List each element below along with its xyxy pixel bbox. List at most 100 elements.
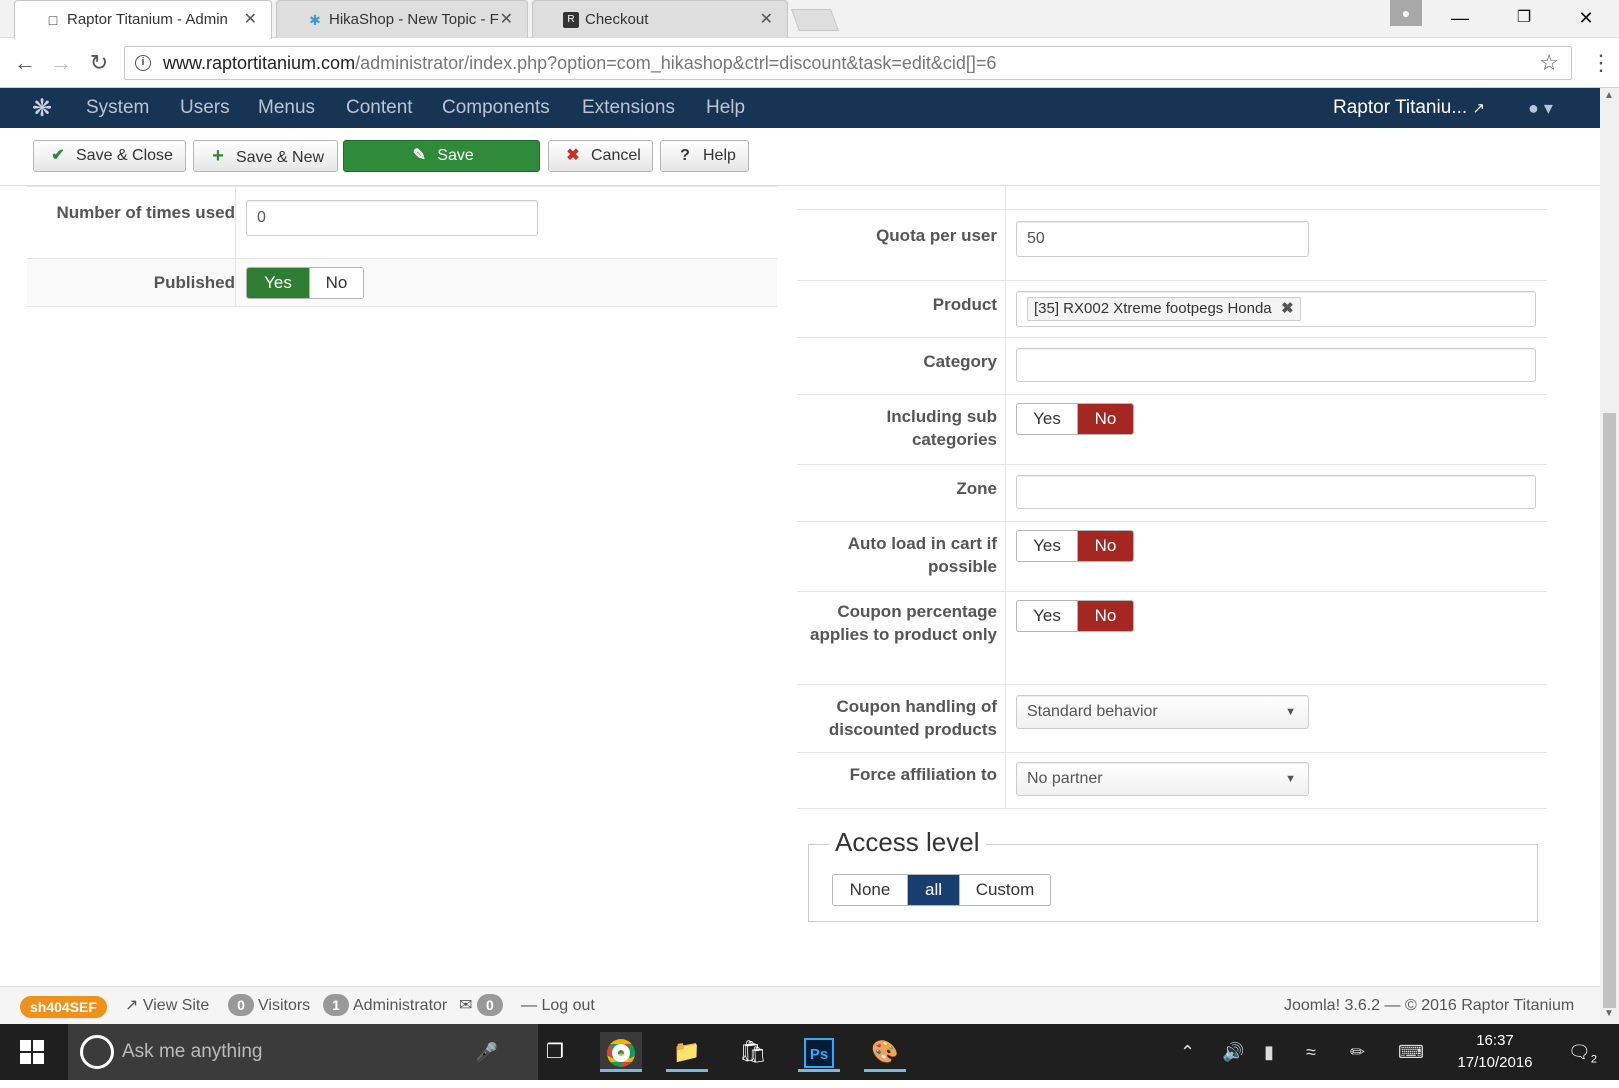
remove-tag-icon[interactable]: ✖ bbox=[1281, 298, 1294, 320]
new-tab-button[interactable] bbox=[790, 9, 840, 31]
bookmark-star-icon[interactable]: ☆ bbox=[1539, 47, 1559, 79]
discount-edit-form: Number of times used 0 Published Yes No … bbox=[0, 186, 1600, 986]
reload-icon[interactable]: ↻ bbox=[86, 50, 112, 76]
site-link[interactable]: Raptor Titaniu... ↗ bbox=[1333, 88, 1485, 129]
cancel-button[interactable]: ✖ Cancel bbox=[548, 140, 653, 172]
menu-system[interactable]: System bbox=[86, 88, 149, 128]
product-select[interactable]: [35] RX002 Xtreme footpegs Honda ✖ bbox=[1016, 291, 1536, 327]
help-button[interactable]: ? Help bbox=[660, 140, 749, 172]
category-row: Category bbox=[797, 338, 1547, 395]
page-scrollbar[interactable]: ▲ ▼ bbox=[1600, 88, 1619, 1024]
published-no-button[interactable]: No bbox=[309, 268, 363, 298]
pen-icon[interactable]: ✏ bbox=[1350, 1024, 1365, 1080]
access-level-fieldset: Access level None all Custom bbox=[808, 827, 1538, 922]
percentage-no-button[interactable]: No bbox=[1078, 601, 1133, 631]
sh404sef-badge[interactable]: sh404SEF bbox=[20, 996, 107, 1018]
battery-icon[interactable]: ▮ bbox=[1264, 1024, 1274, 1080]
external-link-icon: ↗ bbox=[125, 997, 139, 1014]
access-custom-button[interactable]: Custom bbox=[959, 875, 1050, 905]
percentage-yes-button[interactable]: Yes bbox=[1017, 601, 1078, 631]
menu-users[interactable]: Users bbox=[180, 88, 230, 128]
menu-menus[interactable]: Menus bbox=[258, 88, 315, 128]
save-close-button[interactable]: ✔ Save & Close bbox=[33, 140, 186, 172]
microphone-icon[interactable]: 🎤 bbox=[476, 1024, 498, 1080]
cortana-search-box[interactable]: Ask me anything 🎤 bbox=[68, 1024, 538, 1080]
access-all-button[interactable]: all bbox=[908, 875, 959, 905]
times-used-label: Number of times used bbox=[56, 203, 235, 222]
plus-icon: + bbox=[212, 145, 224, 167]
restore-icon[interactable]: ❐ bbox=[1494, 0, 1554, 38]
view-site-link[interactable]: ↗ View Site bbox=[125, 987, 209, 1025]
browser-tab-strip: □ Raptor Titanium - Admin ✕ ✱ HikaShop -… bbox=[0, 0, 1619, 39]
handling-dropdown[interactable]: Standard behavior ▼ bbox=[1016, 695, 1309, 729]
access-none-button[interactable]: None bbox=[833, 875, 908, 905]
tab-raptor-admin[interactable]: □ Raptor Titanium - Admin ✕ bbox=[14, 0, 272, 39]
store-icon[interactable]: 🛍 bbox=[732, 1032, 774, 1072]
percentage-label: Coupon percentage applies to product onl… bbox=[809, 602, 997, 644]
photoshop-icon[interactable]: Ps bbox=[798, 1032, 840, 1072]
close-window-icon[interactable]: ✕ bbox=[1556, 0, 1616, 38]
close-tab-icon[interactable]: ✕ bbox=[500, 1, 513, 38]
check-icon: ✔ bbox=[51, 147, 65, 164]
back-arrow-icon[interactable]: ← bbox=[12, 50, 38, 76]
zone-label: Zone bbox=[956, 479, 997, 498]
quota-input[interactable]: 50 bbox=[1016, 221, 1309, 257]
subcategories-no-button[interactable]: No bbox=[1078, 404, 1133, 434]
file-explorer-icon[interactable]: 📁 bbox=[666, 1032, 708, 1072]
times-used-input[interactable]: 0 bbox=[246, 200, 538, 236]
dropdown-arrow-icon: ▼ bbox=[1285, 706, 1296, 718]
affiliation-dropdown[interactable]: No partner ▼ bbox=[1016, 762, 1309, 796]
scroll-down-icon[interactable]: ▼ bbox=[1604, 1008, 1614, 1019]
windows-start-icon[interactable] bbox=[20, 1040, 44, 1064]
keyboard-icon[interactable]: ⌨ bbox=[1398, 1024, 1424, 1080]
windows-taskbar: Ask me anything 🎤 ❐ 📁 🛍 Ps 🎨 ⌃ 🔊 ▮ ≈ ✏ ⌨… bbox=[0, 1024, 1619, 1080]
address-bar-row: ← → ↻ i www.raptortitanium.com/administr… bbox=[0, 38, 1619, 88]
product-label: Product bbox=[932, 295, 997, 314]
browser-menu-icon[interactable]: ⋮ bbox=[1590, 50, 1612, 76]
save-button[interactable]: ✎ Save bbox=[343, 140, 540, 172]
messages-indicator[interactable]: ✉ 0 bbox=[459, 987, 507, 1025]
close-tab-icon[interactable]: ✕ bbox=[760, 1, 773, 38]
published-toggle: Yes No bbox=[246, 267, 364, 299]
menu-help[interactable]: Help bbox=[706, 88, 745, 128]
logout-link[interactable]: — Log out bbox=[521, 987, 595, 1025]
quota-row: Quota per user 50 bbox=[797, 210, 1547, 281]
scroll-up-icon[interactable]: ▲ bbox=[1604, 90, 1614, 101]
paint-icon[interactable]: 🎨 bbox=[864, 1032, 906, 1072]
published-yes-button[interactable]: Yes bbox=[247, 268, 309, 298]
tab-checkout[interactable]: R Checkout ✕ bbox=[532, 0, 788, 38]
user-menu-icon[interactable]: ● ▾ bbox=[1528, 88, 1553, 128]
subcategories-yes-button[interactable]: Yes bbox=[1017, 404, 1078, 434]
scrollbar-thumb[interactable] bbox=[1603, 413, 1616, 1008]
category-select[interactable] bbox=[1016, 348, 1536, 382]
show-hidden-icons[interactable]: ⌃ bbox=[1180, 1024, 1195, 1080]
task-view-icon[interactable]: ❐ bbox=[534, 1032, 576, 1072]
close-tab-icon[interactable]: ✕ bbox=[244, 1, 257, 39]
tab-hikashop-topic[interactable]: ✱ HikaShop - New Topic - F ✕ bbox=[276, 0, 528, 38]
chrome-icon[interactable] bbox=[600, 1032, 642, 1072]
menu-components[interactable]: Components bbox=[442, 88, 550, 128]
external-link-icon: ↗ bbox=[1472, 100, 1485, 117]
volume-icon[interactable]: 🔊 bbox=[1222, 1024, 1244, 1080]
menu-extensions[interactable]: Extensions bbox=[582, 88, 675, 128]
menu-content[interactable]: Content bbox=[346, 88, 413, 128]
save-new-button[interactable]: + Save & New bbox=[193, 140, 338, 172]
action-center-icon[interactable]: 🗨2 bbox=[1568, 1024, 1597, 1088]
url-field[interactable]: i www.raptortitanium.com/administrator/i… bbox=[124, 46, 1572, 80]
zone-row: Zone bbox=[797, 465, 1547, 522]
cortana-icon bbox=[80, 1035, 114, 1069]
autoload-yes-button[interactable]: Yes bbox=[1017, 531, 1078, 561]
minimize-icon[interactable]: — bbox=[1430, 0, 1490, 38]
wifi-icon[interactable]: ≈ bbox=[1306, 1024, 1316, 1080]
forward-arrow-icon[interactable]: → bbox=[48, 50, 74, 76]
zone-select[interactable] bbox=[1016, 475, 1536, 509]
dropdown-arrow-icon: ▼ bbox=[1285, 773, 1296, 785]
profile-icon[interactable]: ● bbox=[1390, 0, 1422, 26]
percentage-row: Coupon percentage applies to product onl… bbox=[797, 592, 1547, 685]
joomla-logo-icon[interactable]: ❋ bbox=[32, 94, 52, 123]
info-icon[interactable]: i bbox=[135, 55, 151, 71]
autoload-no-button[interactable]: No bbox=[1078, 531, 1133, 561]
visitors-indicator: 0 Visitors bbox=[228, 987, 310, 1025]
system-clock[interactable]: 16:37 17/10/2016 bbox=[1440, 1030, 1550, 1074]
product-row: Product [35] RX002 Xtreme footpegs Honda… bbox=[797, 281, 1547, 338]
